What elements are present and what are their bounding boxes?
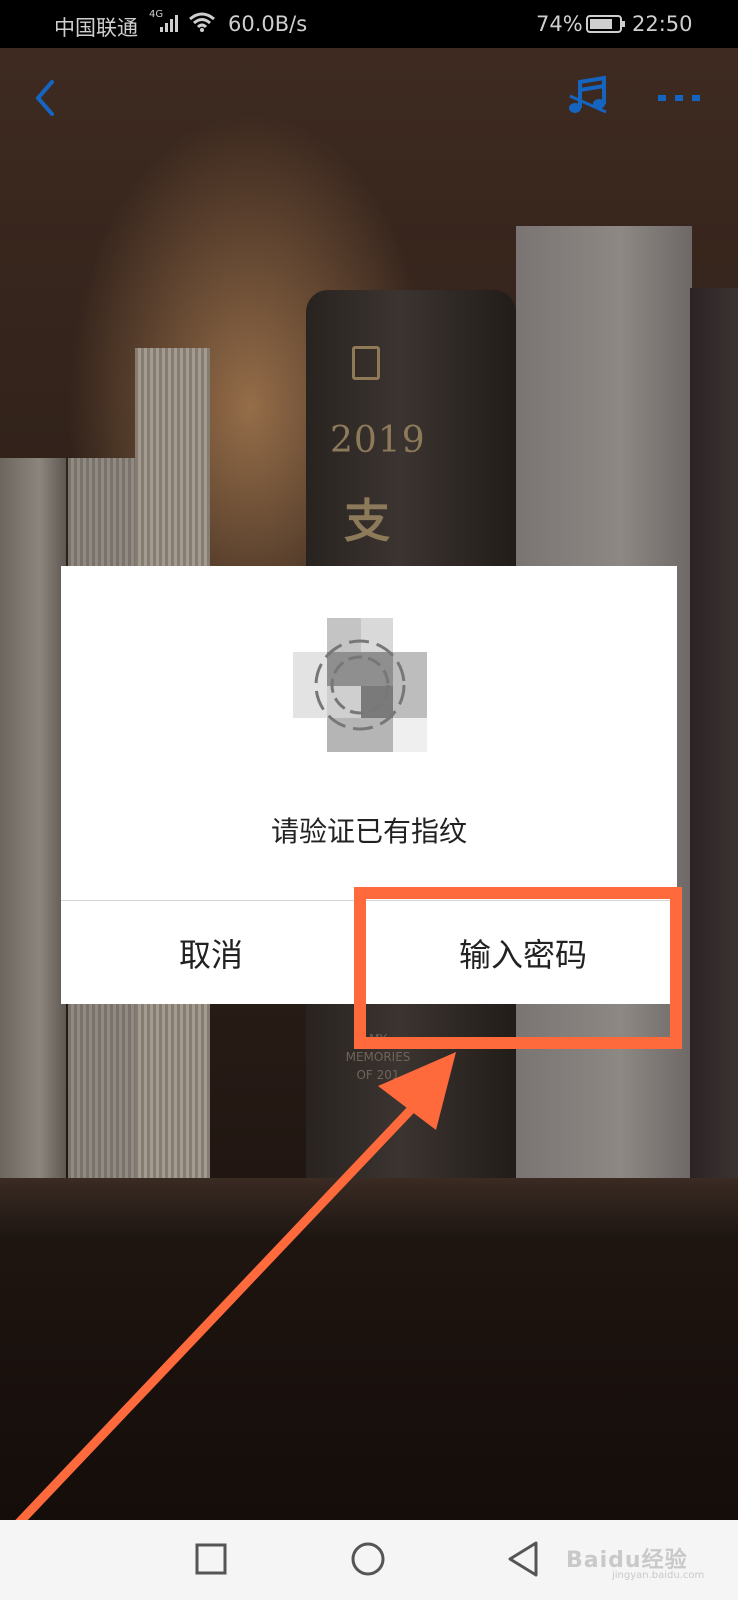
back-icon[interactable] (30, 78, 60, 118)
status-bar: 中国联通 4G 60.0B/s 74% 22:50 (0, 0, 738, 48)
navigation-bar: Baidu经验 jingyan.baidu.com (0, 1520, 738, 1600)
cancel-button[interactable]: 取消 (61, 901, 361, 1004)
battery-icon (586, 15, 625, 33)
book-subtitle-line: MY (369, 1032, 387, 1046)
recent-apps-icon[interactable] (194, 1542, 228, 1576)
dialog-message: 请验证已有指纹 (270, 815, 467, 848)
book-subtitle-line: OF 201 (356, 1068, 400, 1082)
fingerprint-icon (293, 618, 427, 752)
carrier-name: 中国联通 (54, 16, 138, 40)
book-subtitle: MY MEMORIES OF 201 (338, 1030, 418, 1084)
fingerprint-dialog: 请验证已有指纹 取消 输入密码 (61, 566, 677, 1004)
book-spine (0, 458, 66, 1228)
clock: 22:50 (632, 12, 693, 36)
book-year: 2019 (330, 420, 426, 461)
music-icon[interactable] (566, 74, 610, 118)
wifi-icon (189, 12, 215, 32)
bookshelf (0, 1178, 738, 1238)
book-subtitle-line: MEMORIES (345, 1050, 411, 1064)
signal-icon (160, 15, 178, 32)
baidu-watermark-url: jingyan.baidu.com (612, 1570, 705, 1581)
battery-percent: 74% (536, 12, 583, 36)
home-icon[interactable] (350, 1541, 386, 1577)
back-nav-icon[interactable] (506, 1540, 540, 1578)
more-icon[interactable] (656, 90, 702, 104)
book-title: 支 (344, 494, 390, 548)
book-spine (690, 288, 738, 1238)
book-emblem-icon (352, 346, 380, 380)
network-speed: 60.0B/s (228, 12, 308, 36)
enter-password-button[interactable]: 输入密码 (369, 901, 677, 1004)
